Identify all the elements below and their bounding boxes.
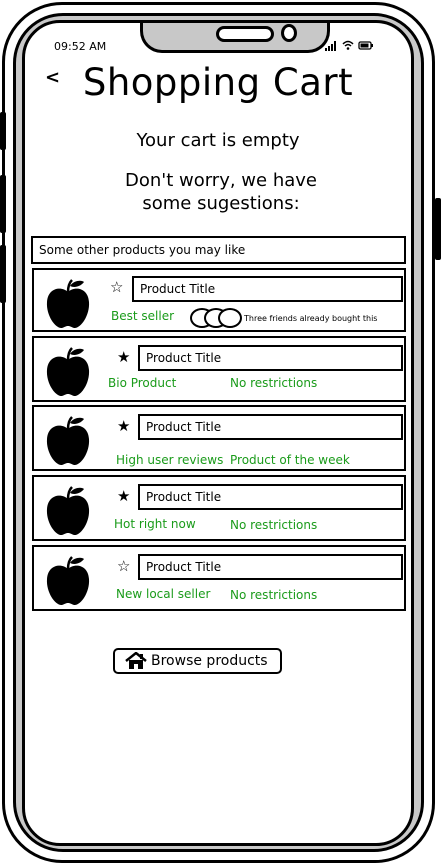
product-tag: Best seller [111, 309, 175, 323]
product-card[interactable]: ★ Product Title Bio Product No restricti… [32, 336, 406, 402]
apple-icon [46, 556, 90, 606]
product-title[interactable]: Product Title [138, 554, 403, 580]
friends-indicator: Three friends already bought this [190, 308, 377, 328]
product-tag: No restrictions [230, 518, 318, 532]
product-title[interactable]: Product Title [138, 414, 403, 440]
product-tag: High user reviews [116, 453, 224, 467]
suggestions-message: Don't worry, we have some sugestions: [85, 169, 357, 215]
apple-icon [46, 279, 90, 329]
product-tag: No restrictions [230, 588, 318, 602]
product-card[interactable]: ☆ Product Title Best seller Three friend… [32, 268, 406, 332]
apple-icon [46, 416, 90, 466]
status-icons [325, 40, 375, 54]
product-tag: New local seller [116, 587, 211, 601]
status-time: 09:52 AM [54, 40, 107, 53]
camera-icon [281, 24, 297, 42]
star-icon: ★ [117, 417, 131, 435]
product-tag: Product of the week [230, 453, 350, 467]
browse-products-label: Browse products [151, 653, 268, 669]
half-star-icon: ☆ [110, 278, 124, 296]
star-icon: ★ [117, 487, 131, 505]
phone-screen: 09:52 AM < Shopping Cart Your cart is em… [22, 20, 414, 846]
product-card[interactable]: ★ Product Title High user reviews Produc… [32, 405, 406, 471]
product-title[interactable]: Product Title [138, 345, 403, 371]
page-title: Shopping Cart [82, 61, 354, 104]
apple-icon [46, 347, 90, 397]
side-button [0, 175, 6, 233]
side-button [0, 245, 6, 303]
product-tag: Hot right now [114, 517, 196, 531]
half-star-icon: ☆ [117, 557, 131, 575]
notch [140, 23, 330, 53]
product-tag: No restrictions [230, 376, 318, 390]
product-card[interactable]: ★ Product Title Hot right now No restric… [32, 475, 406, 541]
friends-text: Three friends already bought this [244, 313, 378, 323]
apple-icon [46, 486, 90, 536]
star-icon: ★ [117, 348, 131, 366]
suggestions-line-1: Don't worry, we have [124, 170, 317, 191]
speaker-icon [216, 26, 274, 42]
suggestions-header: Some other products you may like [31, 236, 406, 264]
product-title[interactable]: Product Title [132, 276, 403, 302]
signal-wifi-battery-icon [325, 40, 373, 51]
product-title[interactable]: Product Title [138, 484, 403, 510]
side-button [0, 112, 6, 150]
friend-avatar [218, 308, 242, 328]
home-icon [125, 652, 147, 669]
suggestions-line-2: some sugestions: [142, 193, 300, 214]
product-tag: Bio Product [108, 376, 177, 390]
browse-products-button[interactable]: Browse products [113, 648, 282, 674]
empty-cart-message: Your cart is empty [136, 130, 300, 151]
side-button [435, 198, 441, 260]
product-card[interactable]: ☆ Product Title New local seller No rest… [32, 545, 406, 611]
